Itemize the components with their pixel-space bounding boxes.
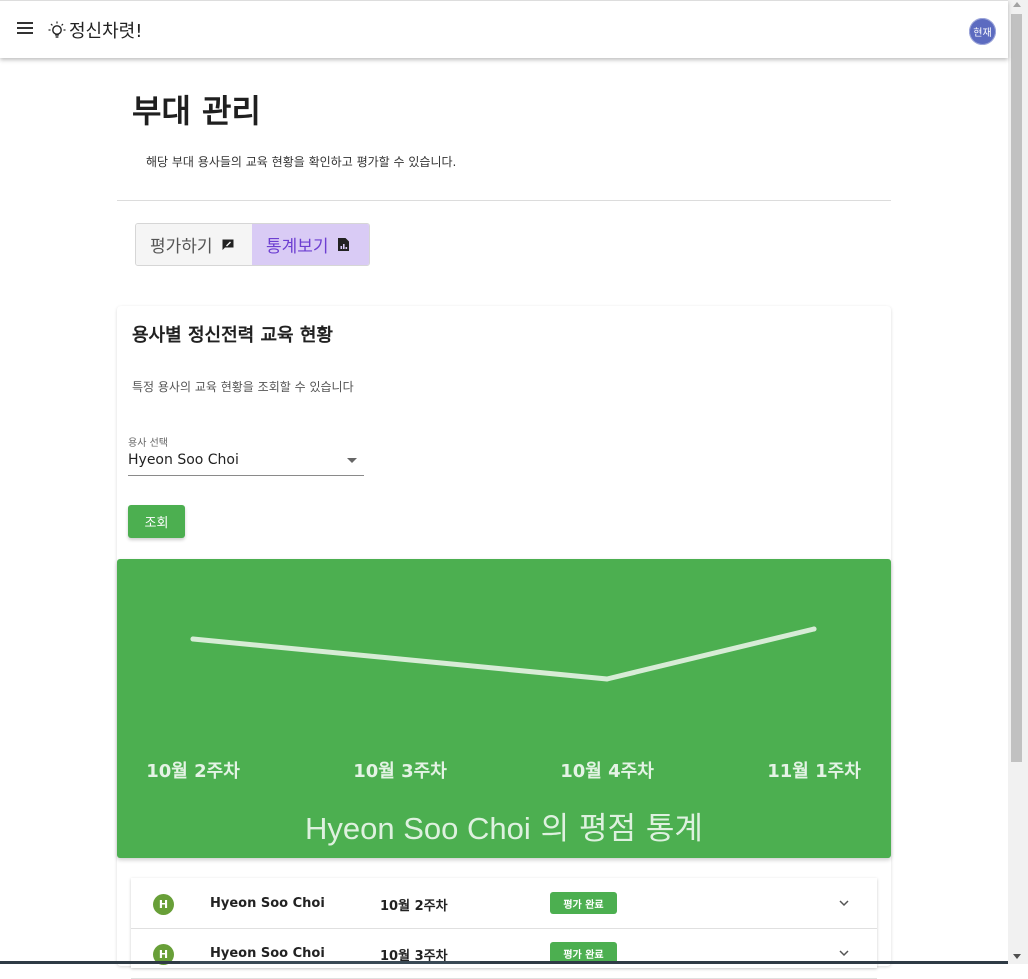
app-brand[interactable]: 정신차렷! — [47, 17, 142, 43]
query-button[interactable]: 조회 — [128, 505, 185, 538]
list-item[interactable]: H Hyeon Soo Choi 10월 2주차 평가 완료 — [131, 878, 877, 929]
page-scrollbar[interactable] — [1008, 0, 1028, 964]
app-bar: 정신차렷! 현재 — [0, 0, 1008, 58]
soldier-select-label: 용사 선택 — [128, 438, 168, 449]
lightbulb-icon — [48, 21, 66, 38]
rating-chart-svg: 10월 2주차 10월 3주차 10월 4주차 11월 1주차 — [146, 626, 861, 782]
app-title: 정신차렷! — [69, 21, 143, 42]
tab-evaluate[interactable]: 평가하기 — [136, 224, 252, 265]
chart-series-line — [190, 626, 817, 682]
row-week: 10월 2주차 — [380, 899, 448, 914]
status-badge: 평가 완료 — [550, 892, 617, 914]
chart-x-tick-label: 11월 1주차 — [767, 761, 861, 782]
chart-point — [190, 636, 196, 642]
scroll-down-icon[interactable] — [1013, 954, 1021, 959]
chart-title-suffix: 의 평점 통계 — [530, 811, 703, 847]
rating-chart: 10월 2주차 10월 3주차 10월 4주차 11월 1주차 Hyeon Soo C… — [117, 559, 891, 858]
row-name: Hyeon Soo Choi — [210, 946, 325, 961]
chart-x-tick-label: 10월 4주차 — [560, 761, 654, 782]
list-item[interactable]: H Hyeon Soo Choi 10월 3주차 평가 완료 — [131, 928, 877, 979]
page-description: 해당 부대 용사들의 교육 현황을 확인하고 평가할 수 있습니다. — [146, 155, 457, 169]
card-subtitle: 특정 용사의 교육 현황을 조회할 수 있습니다 — [132, 380, 354, 394]
soldier-education-card: 용사별 정신전력 교육 현황 특정 용사의 교육 현황을 조회할 수 있습니다 … — [117, 306, 891, 979]
tab-statistics-label: 통계보기 — [266, 237, 329, 257]
scroll-up-icon[interactable] — [1013, 2, 1021, 7]
chart-title: Hyeon Soo Choi 의 평점 통계 — [117, 803, 891, 848]
card-title: 용사별 정신전력 교육 현황 — [132, 325, 333, 346]
report-icon — [337, 238, 349, 251]
row-avatar: H — [153, 894, 174, 915]
tab-statistics[interactable]: 통계보기 — [252, 224, 369, 265]
soldier-select[interactable]: Hyeon Soo Choi — [128, 449, 364, 476]
chart-point — [811, 626, 817, 632]
dropdown-arrow-icon — [347, 458, 357, 463]
soldier-select-value: Hyeon Soo Choi — [128, 452, 239, 468]
chart-x-tick-label: 10월 3주차 — [353, 761, 447, 782]
divider — [117, 200, 891, 201]
chart-point — [604, 676, 610, 682]
chart-point — [397, 656, 403, 662]
page-title: 부대 관리 — [132, 92, 261, 130]
chart-title-name: Hyeon Soo Choi — [305, 811, 531, 846]
view-toggle: 평가하기 통계보기 — [135, 223, 370, 266]
chevron-down-icon[interactable] — [838, 947, 850, 959]
chevron-down-icon[interactable] — [838, 897, 850, 909]
evaluation-list: H Hyeon Soo Choi 10월 2주차 평가 완료 H Hyeon S… — [131, 878, 877, 979]
user-avatar[interactable]: 현재 — [969, 18, 996, 45]
rate-review-icon — [222, 239, 234, 250]
row-name: Hyeon Soo Choi — [210, 896, 325, 911]
scroll-thumb[interactable] — [1011, 14, 1022, 762]
chart-x-tick-label: 10월 2주차 — [146, 761, 240, 782]
menu-icon[interactable] — [15, 19, 37, 41]
tab-evaluate-label: 평가하기 — [150, 237, 213, 257]
